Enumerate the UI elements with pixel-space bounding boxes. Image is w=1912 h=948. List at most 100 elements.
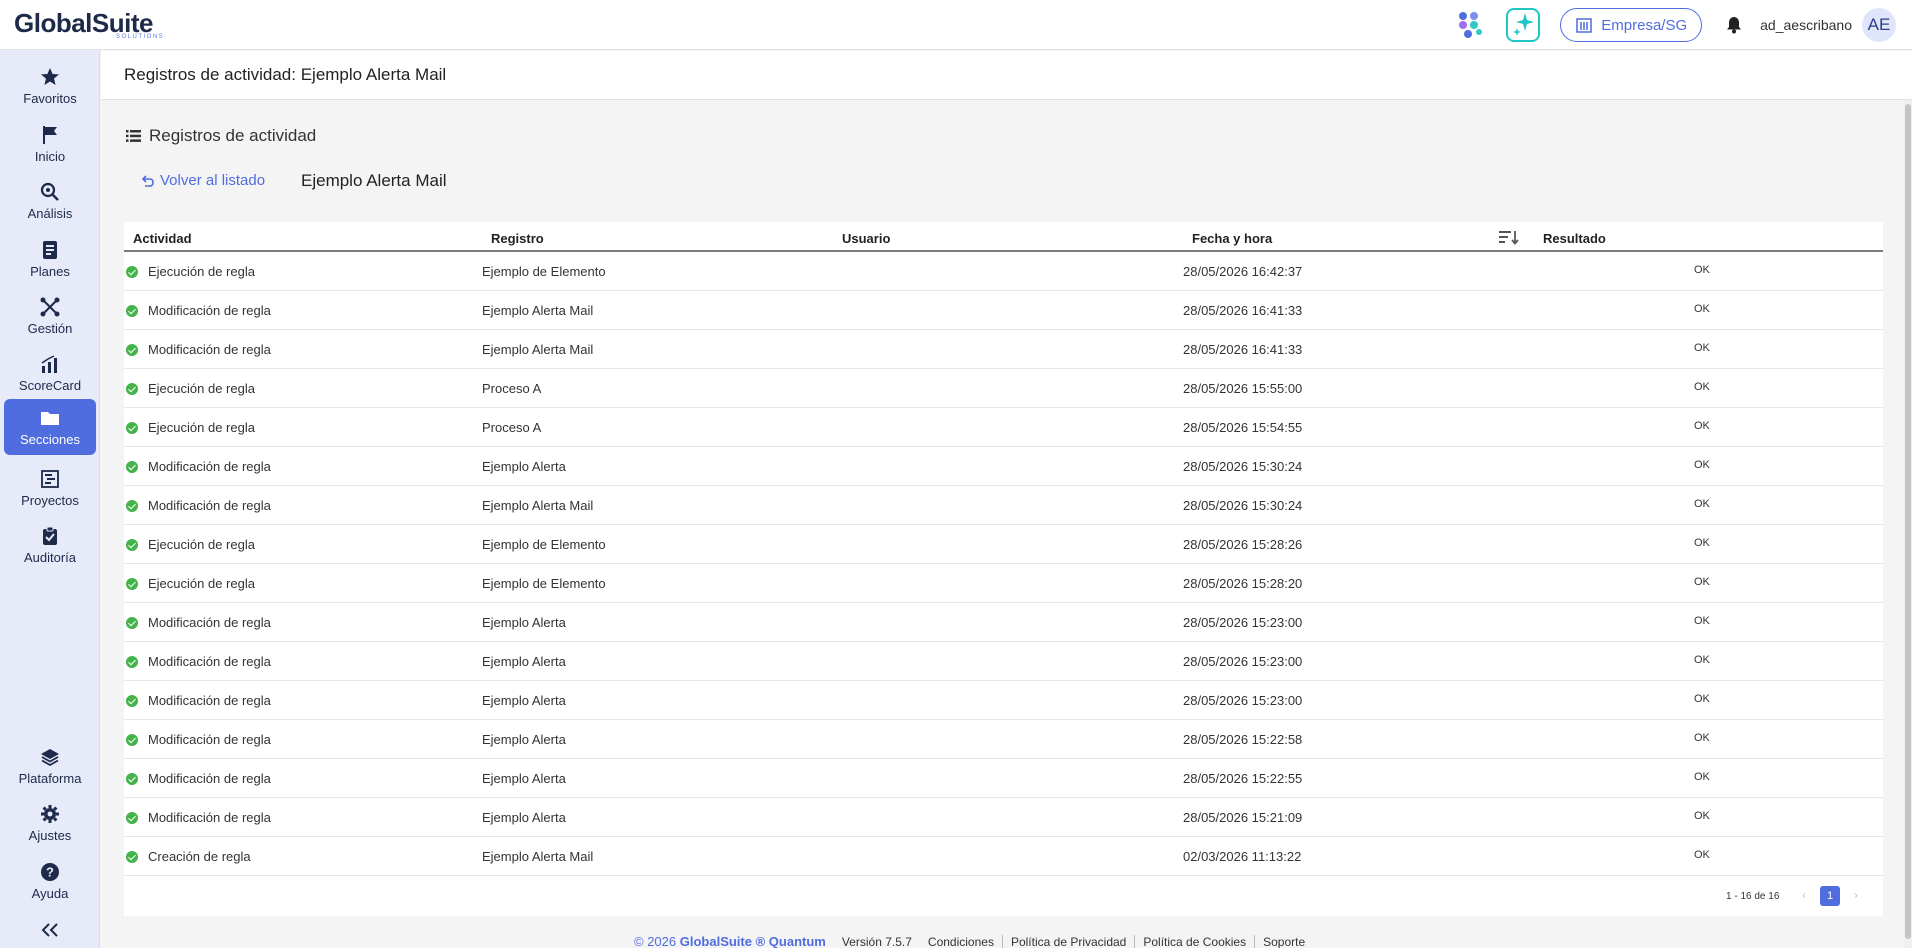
prev-page-button[interactable]: ‹ — [1794, 886, 1814, 906]
cell-resultado: OK — [1694, 654, 1710, 666]
cell-fecha: 28/05/2026 15:55:00 — [1183, 381, 1303, 396]
footer-link-cookies[interactable]: Política de Cookies — [1143, 935, 1246, 948]
table-row[interactable]: Ejecución de regla Ejemplo de Elemento 28/… — [124, 564, 1883, 603]
table-row[interactable]: Modificación de regla Ejemplo Alerta 28/05… — [124, 681, 1883, 720]
footer-link-privacidad[interactable]: Política de Privacidad — [1011, 935, 1126, 948]
building-icon — [1576, 18, 1593, 33]
cell-registro: Ejemplo Alerta — [482, 459, 566, 474]
sidebar-item-proyectos[interactable]: Proyectos — [4, 460, 96, 516]
table-row[interactable]: Ejecución de regla Ejemplo de Elemento 28/… — [124, 525, 1883, 564]
pagination-info: 1 - 16 de 16 — [1726, 891, 1780, 902]
cell-registro: Ejemplo de Elemento — [482, 576, 606, 591]
sidebar-item-scorecard[interactable]: ScoreCard — [4, 345, 96, 401]
table-row[interactable]: Modificación de regla Ejemplo Alerta Mail… — [124, 486, 1883, 525]
table-row[interactable]: Modificación de regla Ejemplo Alerta 28/05… — [124, 447, 1883, 486]
footer-link-soporte[interactable]: Soporte — [1263, 935, 1305, 948]
cell-registro: Ejemplo de Elemento — [482, 537, 606, 552]
sidebar-item-inicio[interactable]: Inicio — [4, 116, 96, 172]
cell-resultado: OK — [1694, 771, 1710, 783]
cell-actividad: Modificación de regla — [148, 303, 271, 318]
collapse-sidebar-icon[interactable] — [38, 918, 62, 942]
success-check-icon — [126, 578, 138, 590]
globalsuite-logo[interactable]: GlobalSuite SOLUTIONS — [14, 10, 164, 40]
logo-subtitle: SOLUTIONS — [116, 33, 165, 40]
column-header-usuario[interactable]: Usuario — [842, 231, 890, 246]
sidebar-item-ayuda[interactable]: ? Ayuda — [4, 853, 96, 909]
cell-registro: Ejemplo Alerta — [482, 732, 566, 747]
scrollbar[interactable] — [1904, 100, 1912, 948]
svg-text:?: ? — [46, 865, 54, 880]
success-check-icon — [126, 305, 138, 317]
ai-assistant-icon[interactable] — [1506, 8, 1541, 42]
column-header-registro[interactable]: Registro — [491, 231, 544, 246]
table-row[interactable]: Ejecución de regla Proceso A 28/05/2026 15… — [124, 408, 1883, 447]
column-header-actividad[interactable]: Actividad — [133, 231, 192, 246]
sidebar-item-label: Ajustes — [28, 828, 72, 843]
list-icon — [126, 130, 141, 142]
success-check-icon — [126, 734, 138, 746]
back-link-label: Volver al listado — [160, 172, 266, 189]
username-label[interactable]: ad_aescribano — [1760, 17, 1852, 33]
table-row[interactable]: Ejecución de regla Proceso A 28/05/2026 15… — [124, 369, 1883, 408]
footer-link-condiciones[interactable]: Condiciones — [928, 935, 994, 948]
apps-icon[interactable] — [1452, 8, 1486, 42]
sidebar-item-label: Planes — [30, 264, 70, 279]
sidebar-item-planes[interactable]: Planes — [4, 231, 96, 287]
bell-icon[interactable] — [1724, 15, 1744, 35]
table-row[interactable]: Modificación de regla Ejemplo Alerta Mail… — [124, 330, 1883, 369]
cell-resultado: OK — [1694, 498, 1710, 510]
success-check-icon — [126, 812, 138, 824]
table-row[interactable]: Modificación de regla Ejemplo Alerta 28/05… — [124, 759, 1883, 798]
cell-actividad: Ejecución de regla — [148, 537, 255, 552]
company-selector-button[interactable]: Empresa/SG — [1560, 8, 1703, 42]
table-row[interactable]: Modificación de regla Ejemplo Alerta 28/05… — [124, 720, 1883, 759]
sidebar-item-gestion[interactable]: Gestión — [4, 288, 96, 344]
cell-resultado: OK — [1694, 342, 1710, 354]
cell-registro: Ejemplo Alerta — [482, 693, 566, 708]
sidebar-item-ajustes[interactable]: Ajustes — [4, 795, 96, 851]
table-row[interactable]: Modificación de regla Ejemplo Alerta 28/05… — [124, 642, 1883, 681]
footer-brand: GlobalSuite ® Quantum — [679, 934, 826, 948]
success-check-icon — [126, 461, 138, 473]
sidebar-item-favoritos[interactable]: Favoritos — [4, 58, 96, 114]
section-title-text: Registros de actividad — [149, 126, 317, 145]
cell-registro: Proceso A — [482, 420, 542, 435]
sidebar-item-label: Análisis — [27, 206, 73, 221]
next-page-button[interactable]: › — [1846, 886, 1866, 906]
cell-fecha: 28/05/2026 15:28:26 — [1183, 537, 1303, 552]
cell-registro: Ejemplo Alerta — [482, 654, 566, 669]
cell-fecha: 28/05/2026 15:30:24 — [1183, 498, 1303, 513]
cell-resultado: OK — [1694, 732, 1710, 744]
cell-resultado: OK — [1694, 420, 1710, 432]
sidebar-item-analisis[interactable]: Análisis — [4, 173, 96, 229]
sidebar-item-auditoria[interactable]: Auditoría — [4, 517, 96, 573]
cell-fecha: 28/05/2026 15:22:55 — [1183, 771, 1303, 786]
column-header-resultado[interactable]: Resultado — [1543, 231, 1606, 246]
success-check-icon — [126, 344, 138, 356]
footer-version: Versión 7.5.7 — [841, 934, 912, 948]
record-name: Ejemplo Alerta Mail — [301, 171, 447, 190]
avatar[interactable]: AE — [1862, 8, 1896, 42]
sidebar-item-label: Proyectos — [21, 493, 79, 508]
success-check-icon — [126, 695, 138, 707]
cell-resultado: OK — [1694, 693, 1710, 705]
cell-actividad: Modificación de regla — [148, 459, 271, 474]
table-row[interactable]: Modificación de regla Ejemplo Alerta 28/05… — [124, 798, 1883, 837]
table-row[interactable]: Ejecución de regla Ejemplo de Elemento 28/… — [124, 252, 1883, 291]
sidebar-item-secciones[interactable]: Secciones — [4, 399, 96, 455]
column-header-fecha[interactable]: Fecha y hora — [1192, 231, 1272, 246]
back-to-list-link[interactable]: Volver al listado — [140, 172, 265, 189]
table-row[interactable]: Creación de regla Ejemplo Alerta Mail 02/0… — [124, 837, 1883, 876]
table-row[interactable]: Modificación de regla Ejemplo Alerta Mail… — [124, 291, 1883, 330]
scrollbar-thumb[interactable] — [1905, 104, 1911, 939]
table-row[interactable]: Modificación de regla Ejemplo Alerta 28/05… — [124, 603, 1883, 642]
cell-registro: Ejemplo Alerta Mail — [482, 342, 594, 357]
page-button-current[interactable]: 1 — [1820, 886, 1840, 906]
sort-icon[interactable] — [1498, 228, 1520, 246]
cell-resultado: OK — [1694, 615, 1710, 627]
management-icon — [39, 296, 61, 318]
sidebar-item-plataforma[interactable]: Plataforma — [4, 738, 96, 794]
cell-fecha: 28/05/2026 15:23:00 — [1183, 693, 1303, 708]
cell-actividad: Creación de regla — [148, 849, 251, 864]
cell-fecha: 28/05/2026 15:21:09 — [1183, 810, 1303, 825]
